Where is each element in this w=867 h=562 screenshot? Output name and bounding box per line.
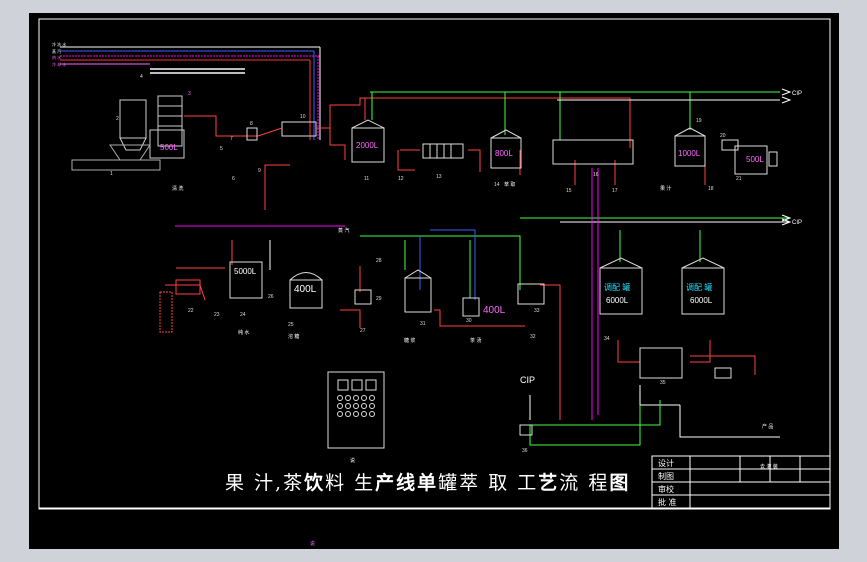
equipment-number-13: 13 <box>436 174 442 180</box>
sugar-label: 溶 糖 <box>288 333 299 340</box>
process-piping-middle <box>165 164 790 446</box>
steam-in-label: 蒸 汽 <box>338 227 349 234</box>
tank-labels: 500L 2000L 800L 1000L 500L 5000L 400L 40… <box>160 141 764 316</box>
equipment-number-3: 3 <box>188 91 191 97</box>
tea-label: 茶 汤 <box>470 337 481 344</box>
legend-label-4: 冷 却 水 <box>52 61 66 67</box>
cip-label-small: CIP <box>520 375 535 385</box>
equipment-number-2: 2 <box>116 116 119 122</box>
equipment-number-27: 27 <box>360 328 366 334</box>
equipment-number-19: 19 <box>696 118 702 124</box>
equipment-number-21: 21 <box>736 176 742 182</box>
equipment-number-20: 20 <box>720 133 726 139</box>
equipment-number-23: 23 <box>214 312 220 318</box>
title-block-check: 审校 <box>658 485 674 494</box>
control-cabinet <box>327 371 385 449</box>
equipment-number-12: 12 <box>398 176 404 182</box>
drawing-canvas: 500L 2000L 800L 1000L 500L 5000L 400L 40… <box>0 0 867 562</box>
equipment-number-9: 9 <box>258 168 261 174</box>
tank-5000-label: 5000L <box>234 267 257 276</box>
syrup-label: 糖 浆 <box>404 337 415 344</box>
equipment-number-4: 4 <box>140 74 143 80</box>
equipment-number-17: 17 <box>612 188 618 194</box>
equipment-number-15: 15 <box>566 188 572 194</box>
equipment-number-7: 7 <box>230 136 233 142</box>
bottom-label-1: 说 <box>350 457 355 464</box>
process-piping-upper <box>184 91 780 185</box>
title-block-approve: 批 准 <box>658 498 677 507</box>
cip-arrows <box>781 88 792 226</box>
equipment-number-28: 28 <box>376 258 382 264</box>
title-block-drawing: 制图 <box>658 472 674 481</box>
equipment-number-34: 34 <box>604 336 610 342</box>
upper-tanks <box>351 119 778 175</box>
cip-labels: CIP CIP CIP <box>520 91 802 385</box>
equipment-number-22: 22 <box>188 308 194 314</box>
extract-label: 萃 取 <box>504 181 515 188</box>
equipment-number-25: 25 <box>288 322 294 328</box>
equipment-number-14: 14 <box>494 182 500 188</box>
equipment-number-5: 5 <box>220 146 223 152</box>
cip-label-top: CIP <box>792 91 802 97</box>
title-block <box>651 455 831 509</box>
tank-6000-a-vol: 6000L <box>606 296 629 305</box>
bottom-label-2: 说 <box>310 540 315 547</box>
equipment-number-18: 18 <box>708 186 714 192</box>
tank-500-b-label: 500L <box>746 155 764 164</box>
equipment-number-26: 26 <box>268 294 274 300</box>
equipment-number-1: 1 <box>110 171 113 177</box>
tank-400-a-label: 400L <box>294 284 317 295</box>
equipment-number-29: 29 <box>376 296 382 302</box>
extraction-tank-group <box>71 95 185 171</box>
legend-label-2: 蒸 汽 <box>52 48 61 54</box>
equipment-number-16: 16 <box>593 172 599 178</box>
tank-800-label: 800L <box>495 149 513 158</box>
equipment-number-6: 6 <box>232 176 235 182</box>
equipment-number-36: 36 <box>522 448 528 454</box>
tank-500-a-label: 500L <box>160 143 178 152</box>
clean-label: 清 洗 <box>172 185 183 192</box>
equipment-number-8: 8 <box>250 121 253 127</box>
equipment-numbers: 1 2 3 4 5 6 7 8 9 10 11 12 13 14 15 16 1… <box>110 74 742 454</box>
product-label: 产 品 <box>762 423 773 430</box>
legend-label-1: 冷 冻 水 <box>52 41 66 47</box>
tank-6000-b-vol: 6000L <box>690 296 713 305</box>
equipment-number-33: 33 <box>534 308 540 314</box>
tank-6000-a-top: 调配 罐 <box>604 282 630 292</box>
water-label: 纯 水 <box>238 329 249 336</box>
drawing-title: 果 汁,茶饮料 生产线单罐萃 取 工艺流 程图 <box>225 472 631 494</box>
title-block-design: 设计 <box>658 459 674 468</box>
to-fill-label: 去 灌 装 <box>760 463 778 470</box>
equipment-number-10: 10 <box>300 114 306 120</box>
cip-label-middle: CIP <box>792 220 802 226</box>
tank-1000-label: 1000L <box>678 149 701 158</box>
tank-400-b-label: 400L <box>483 305 506 316</box>
tank-2000-label: 2000L <box>356 141 379 150</box>
equipment-number-11: 11 <box>364 176 369 182</box>
equipment-number-30: 30 <box>466 318 472 324</box>
equipment-number-31: 31 <box>420 321 426 327</box>
equipment-number-32: 32 <box>530 334 536 340</box>
tank-6000-b-top: 调配 罐 <box>686 282 712 292</box>
middle-tanks <box>159 257 732 436</box>
equipment-number-24: 24 <box>240 312 246 318</box>
juice-label: 果 汁 <box>660 185 671 192</box>
equipment-number-35: 35 <box>660 380 666 386</box>
legend-label-3: 热 水 <box>52 54 61 60</box>
